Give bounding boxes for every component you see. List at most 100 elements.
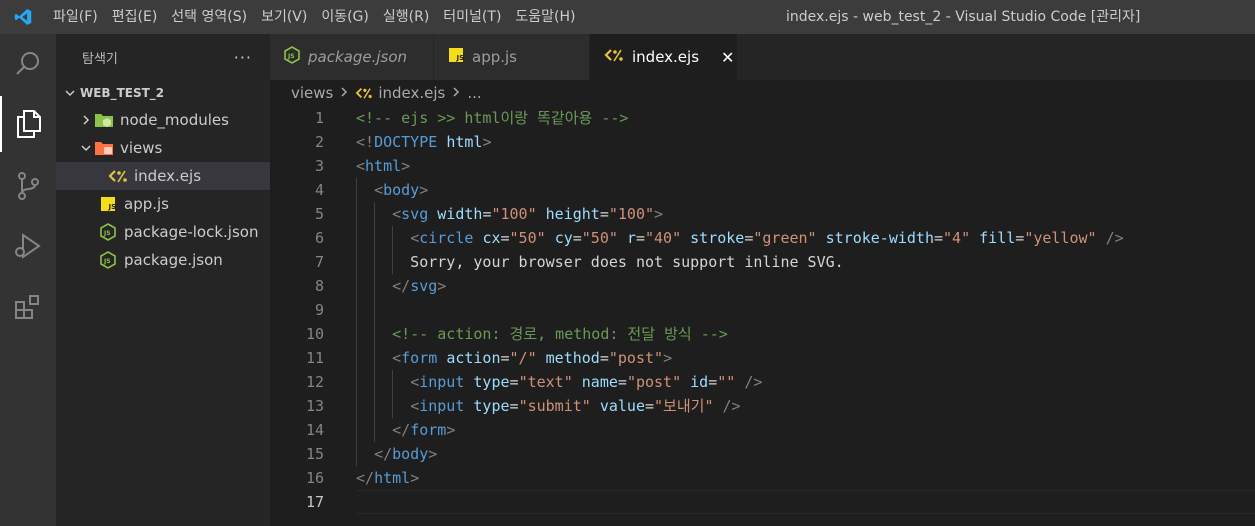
menu-go[interactable]: 이동(G)	[314, 0, 376, 34]
code-token: </	[374, 445, 393, 463]
indent-guide	[392, 370, 394, 394]
code-token: id	[690, 373, 709, 391]
code-token: "보내기"	[654, 397, 714, 415]
svg-text:JS: JS	[103, 230, 111, 237]
menu-file[interactable]: 파일(F)	[46, 0, 105, 34]
code-token: height	[545, 205, 600, 223]
svg-text:JS: JS	[456, 54, 465, 62]
code-token: ""	[717, 373, 736, 391]
line-number: 5	[314, 205, 324, 223]
indent-guide	[374, 226, 376, 250]
breadcrumb-file[interactable]: index.ejs	[378, 84, 445, 102]
line-number: 13	[305, 397, 324, 415]
source-control-icon[interactable]	[0, 158, 56, 214]
line-number: 1	[314, 109, 324, 127]
code-editor[interactable]: 1 2 3 4 5 6 7 8 9 10 11 12 13 14 15 16 17 <!-- ejs >> ht…	[270, 106, 1255, 526]
code-token: <!-- action: 경로, method: 전달 방식 -->	[392, 325, 728, 343]
code-line[interactable]: <circle cx="50" cy="50" r="40" stroke="g…	[356, 226, 1255, 250]
tab-app-js[interactable]: JS app.js	[434, 34, 590, 80]
activity-bar	[0, 34, 56, 526]
tab-package-json[interactable]: JS package.json	[270, 34, 434, 80]
menu-terminal[interactable]: 터미널(T)	[436, 0, 508, 34]
code-token: =	[599, 205, 609, 223]
line-number: 15	[305, 445, 324, 463]
code-token: "100"	[491, 205, 537, 223]
tree-item-views[interactable]: views	[56, 134, 270, 162]
js-file-icon: JS	[98, 196, 118, 212]
code-token: >	[401, 157, 411, 175]
line-number: 8	[314, 277, 324, 295]
code-line[interactable]: <!-- action: 경로, method: 전달 방식 -->	[356, 322, 1255, 346]
code-token: </	[392, 277, 411, 295]
indent-guide	[374, 274, 376, 298]
code-line[interactable]: Sorry, your browser does not support inl…	[356, 250, 1255, 274]
line-number: 9	[314, 301, 324, 319]
code-line[interactable]: </form>	[356, 418, 1255, 442]
more-actions-icon[interactable]: ···	[234, 48, 252, 67]
code-token: action	[446, 349, 501, 367]
code-line[interactable]: <svg width="100" height="100">	[356, 202, 1255, 226]
code-token: input	[419, 397, 465, 415]
code-line[interactable]: <html>	[356, 154, 1255, 178]
code-token: <	[374, 181, 384, 199]
code-line[interactable]: <input type="submit" value="보내기" />	[356, 394, 1255, 418]
code-token: =	[708, 373, 718, 391]
code-token: "40"	[645, 229, 682, 247]
workspace-name: WEB_TEST_2	[80, 86, 165, 100]
code-token: <	[392, 349, 402, 367]
code-line[interactable]: </body>	[356, 442, 1255, 466]
code-line[interactable]: <!-- ejs >> html이랑 똑같아용 -->	[356, 106, 1255, 130]
indent-guide	[374, 370, 376, 394]
indent-guide	[374, 322, 376, 346]
code-token: =	[572, 229, 582, 247]
tab-index-ejs[interactable]: index.ejs ✕	[590, 34, 738, 80]
explorer-icon[interactable]	[0, 96, 56, 152]
code-line[interactable]: <!DOCTYPE html>	[356, 130, 1255, 154]
ejs-file-icon	[604, 47, 624, 67]
code-line[interactable]: </html>	[356, 466, 1255, 490]
indent-guide	[356, 202, 357, 226]
code-token: "post"	[626, 373, 682, 391]
tree-item-index-ejs[interactable]: index.ejs	[56, 162, 270, 190]
indent-guide	[374, 202, 376, 226]
code-line[interactable]: <form action="/" method="post">	[356, 346, 1255, 370]
search-icon[interactable]	[0, 36, 56, 92]
tree-item-package-lock-json[interactable]: JS package-lock.json	[56, 218, 270, 246]
code-line[interactable]: </svg>	[356, 274, 1255, 298]
code-area[interactable]: <!-- ejs >> html이랑 똑같아용 --> <!DOCTYPE htm…	[356, 106, 1255, 514]
tree-item-package-json[interactable]: JS package.json	[56, 246, 270, 274]
menu-run[interactable]: 실행(R)	[376, 0, 436, 34]
run-debug-icon[interactable]	[0, 218, 56, 274]
indent-guide	[392, 226, 394, 250]
code-line[interactable]: <input type="text" name="post" id="" />	[356, 370, 1255, 394]
workspace-section[interactable]: WEB_TEST_2	[56, 80, 270, 106]
indent-guide	[392, 250, 394, 274]
extensions-icon[interactable]	[0, 280, 56, 336]
code-line[interactable]	[356, 298, 1255, 322]
code-token: method	[545, 349, 600, 367]
line-number-gutter: 1 2 3 4 5 6 7 8 9 10 11 12 13 14 15 16 17	[270, 106, 324, 514]
breadcrumb-symbol[interactable]: ...	[467, 84, 481, 102]
tree-item-app-js[interactable]: JS app.js	[56, 190, 270, 218]
menu-help[interactable]: 도움말(H)	[508, 0, 582, 34]
code-line[interactable]: <body>	[356, 178, 1255, 202]
breadcrumb-folder[interactable]: views	[291, 84, 333, 102]
code-line[interactable]	[356, 490, 1255, 514]
code-token: >	[482, 133, 492, 151]
code-token: fill	[979, 229, 1016, 247]
menu-selection[interactable]: 선택 영역(S)	[164, 0, 254, 34]
close-icon[interactable]: ✕	[721, 48, 734, 67]
ejs-file-icon	[108, 168, 128, 184]
tree-item-node-modules[interactable]: node_modules	[56, 106, 270, 134]
code-token: stroke-width	[825, 229, 934, 247]
menu-view[interactable]: 보기(V)	[254, 0, 314, 34]
menu-edit[interactable]: 편집(E)	[105, 0, 165, 34]
